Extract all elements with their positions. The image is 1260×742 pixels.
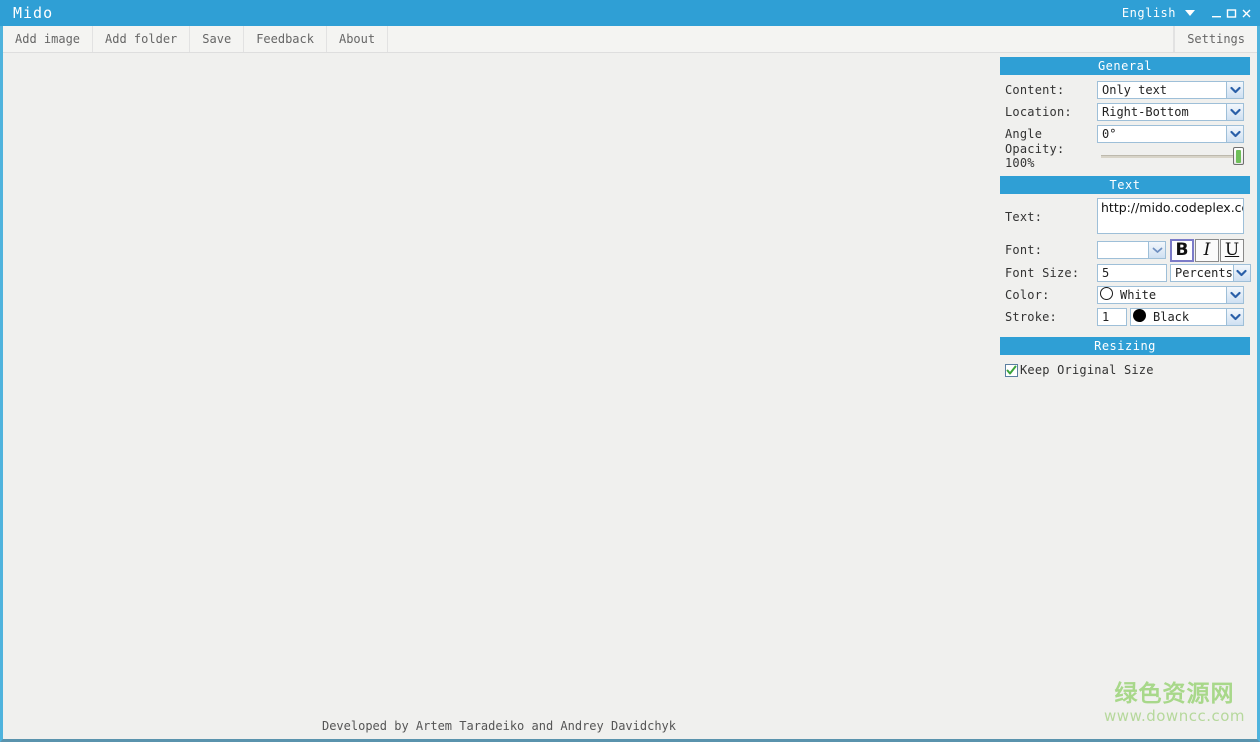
content-select-value: Only text bbox=[1102, 83, 1168, 97]
font-size-units-value: Percents bbox=[1175, 266, 1233, 280]
menu-item-save[interactable]: Save bbox=[190, 26, 245, 52]
opacity-slider-track bbox=[1101, 155, 1244, 158]
font-family-value bbox=[1098, 242, 1148, 258]
resizing-panel-header: Resizing bbox=[1000, 337, 1250, 355]
maximize-button[interactable] bbox=[1224, 3, 1239, 23]
stroke-color-select[interactable]: Black bbox=[1130, 308, 1244, 326]
font-family-select[interactable] bbox=[1097, 241, 1166, 259]
location-row: Location: Right-Bottom bbox=[1000, 101, 1250, 123]
opacity-label: Opacity: 100% bbox=[1005, 142, 1065, 170]
stroke-color-value: Black bbox=[1153, 310, 1190, 324]
keep-original-size-checkbox[interactable] bbox=[1005, 363, 1018, 377]
font-size-units-select[interactable]: Percents bbox=[1170, 264, 1251, 282]
title-bar-controls: English bbox=[1122, 3, 1260, 23]
menu-item-add-image[interactable]: Add image bbox=[3, 26, 94, 52]
opacity-slider[interactable] bbox=[1101, 147, 1244, 165]
watermark-text-input[interactable]: http://mido.codeplex.com bbox=[1097, 198, 1244, 234]
title-bar: Mido English bbox=[0, 0, 1260, 26]
text-panel-header: Text bbox=[1000, 176, 1250, 194]
stroke-row: Stroke: 1 Black bbox=[1000, 306, 1250, 328]
panel-gap bbox=[1000, 328, 1250, 335]
chevron-down-icon[interactable] bbox=[1232, 265, 1250, 281]
bold-button[interactable]: B bbox=[1170, 238, 1194, 262]
color-swatch-icon bbox=[1133, 309, 1146, 322]
chevron-down-icon[interactable] bbox=[1226, 287, 1243, 303]
angle-select[interactable]: 0° bbox=[1097, 125, 1244, 143]
language-label[interactable]: English bbox=[1122, 6, 1176, 20]
settings-sidebar: General Content: Only text Location: Rig… bbox=[1000, 57, 1251, 379]
opacity-row: Opacity: 100% bbox=[1000, 142, 1250, 170]
menu-item-add-folder[interactable]: Add folder bbox=[93, 26, 191, 52]
content-row: Content: Only text bbox=[1000, 79, 1250, 101]
menu-spacer bbox=[388, 26, 1175, 52]
menu-bar: Add image Add folder Save Feedback About… bbox=[3, 26, 1257, 53]
text-label: Text: bbox=[1005, 210, 1043, 224]
font-label: Font: bbox=[1005, 243, 1043, 257]
font-size-input[interactable]: 5 bbox=[1097, 264, 1167, 282]
angle-select-value: 0° bbox=[1102, 127, 1117, 141]
font-size-label: Font Size: bbox=[1005, 266, 1080, 280]
location-select-value: Right-Bottom bbox=[1102, 105, 1189, 119]
color-label: Color: bbox=[1005, 288, 1050, 302]
keep-original-size-row: Keep Original Size bbox=[1000, 359, 1250, 377]
color-swatch-icon bbox=[1100, 287, 1113, 300]
italic-button[interactable]: I bbox=[1195, 238, 1219, 262]
chevron-down-icon[interactable] bbox=[1148, 242, 1165, 258]
underline-button[interactable]: U bbox=[1220, 238, 1244, 262]
chevron-down-icon[interactable] bbox=[1226, 82, 1243, 98]
general-panel-body: Content: Only text Location: Right-Botto… bbox=[1000, 75, 1250, 176]
angle-label: Angle bbox=[1005, 127, 1043, 141]
text-panel-body: Text: http://mido.codeplex.com Font: B I… bbox=[1000, 194, 1251, 337]
watermark-chinese-text: 绿色资源网 bbox=[1114, 680, 1235, 707]
keep-original-size-label: Keep Original Size bbox=[1020, 363, 1154, 377]
chevron-down-icon[interactable] bbox=[1226, 126, 1243, 142]
developer-credit: Developed by Artem Taradeiko and Andrey … bbox=[321, 719, 676, 733]
menu-item-feedback[interactable]: Feedback bbox=[244, 26, 327, 52]
text-row: Text: http://mido.codeplex.com bbox=[1000, 198, 1250, 238]
chevron-down-icon[interactable] bbox=[1226, 104, 1243, 120]
stroke-width-input[interactable]: 1 bbox=[1097, 308, 1127, 326]
location-label: Location: bbox=[1005, 105, 1072, 119]
chevron-down-icon[interactable] bbox=[1226, 309, 1243, 325]
menu-item-about[interactable]: About bbox=[327, 26, 389, 52]
chevron-down-icon[interactable] bbox=[1185, 10, 1195, 16]
location-select[interactable]: Right-Bottom bbox=[1097, 103, 1244, 121]
general-panel-header: General bbox=[1000, 57, 1250, 75]
opacity-slider-thumb[interactable] bbox=[1233, 147, 1244, 165]
text-color-value: White bbox=[1120, 288, 1157, 302]
minimize-button[interactable] bbox=[1209, 3, 1224, 23]
font-row: Font: B I U bbox=[1000, 238, 1250, 262]
content-label: Content: bbox=[1005, 83, 1065, 97]
close-button[interactable] bbox=[1239, 3, 1254, 23]
resizing-panel-body: Keep Original Size bbox=[1000, 355, 1250, 379]
menu-item-settings[interactable]: Settings bbox=[1174, 26, 1257, 52]
application-window: Mido English Add image Add folder Save F… bbox=[0, 0, 1260, 742]
font-size-row: Font Size: 5 Percents bbox=[1000, 262, 1251, 284]
text-color-select[interactable]: White bbox=[1097, 286, 1244, 304]
content-select[interactable]: Only text bbox=[1097, 81, 1244, 99]
color-row: Color: White bbox=[1000, 284, 1250, 306]
app-title: Mido bbox=[13, 4, 54, 22]
stroke-label: Stroke: bbox=[1005, 310, 1057, 324]
